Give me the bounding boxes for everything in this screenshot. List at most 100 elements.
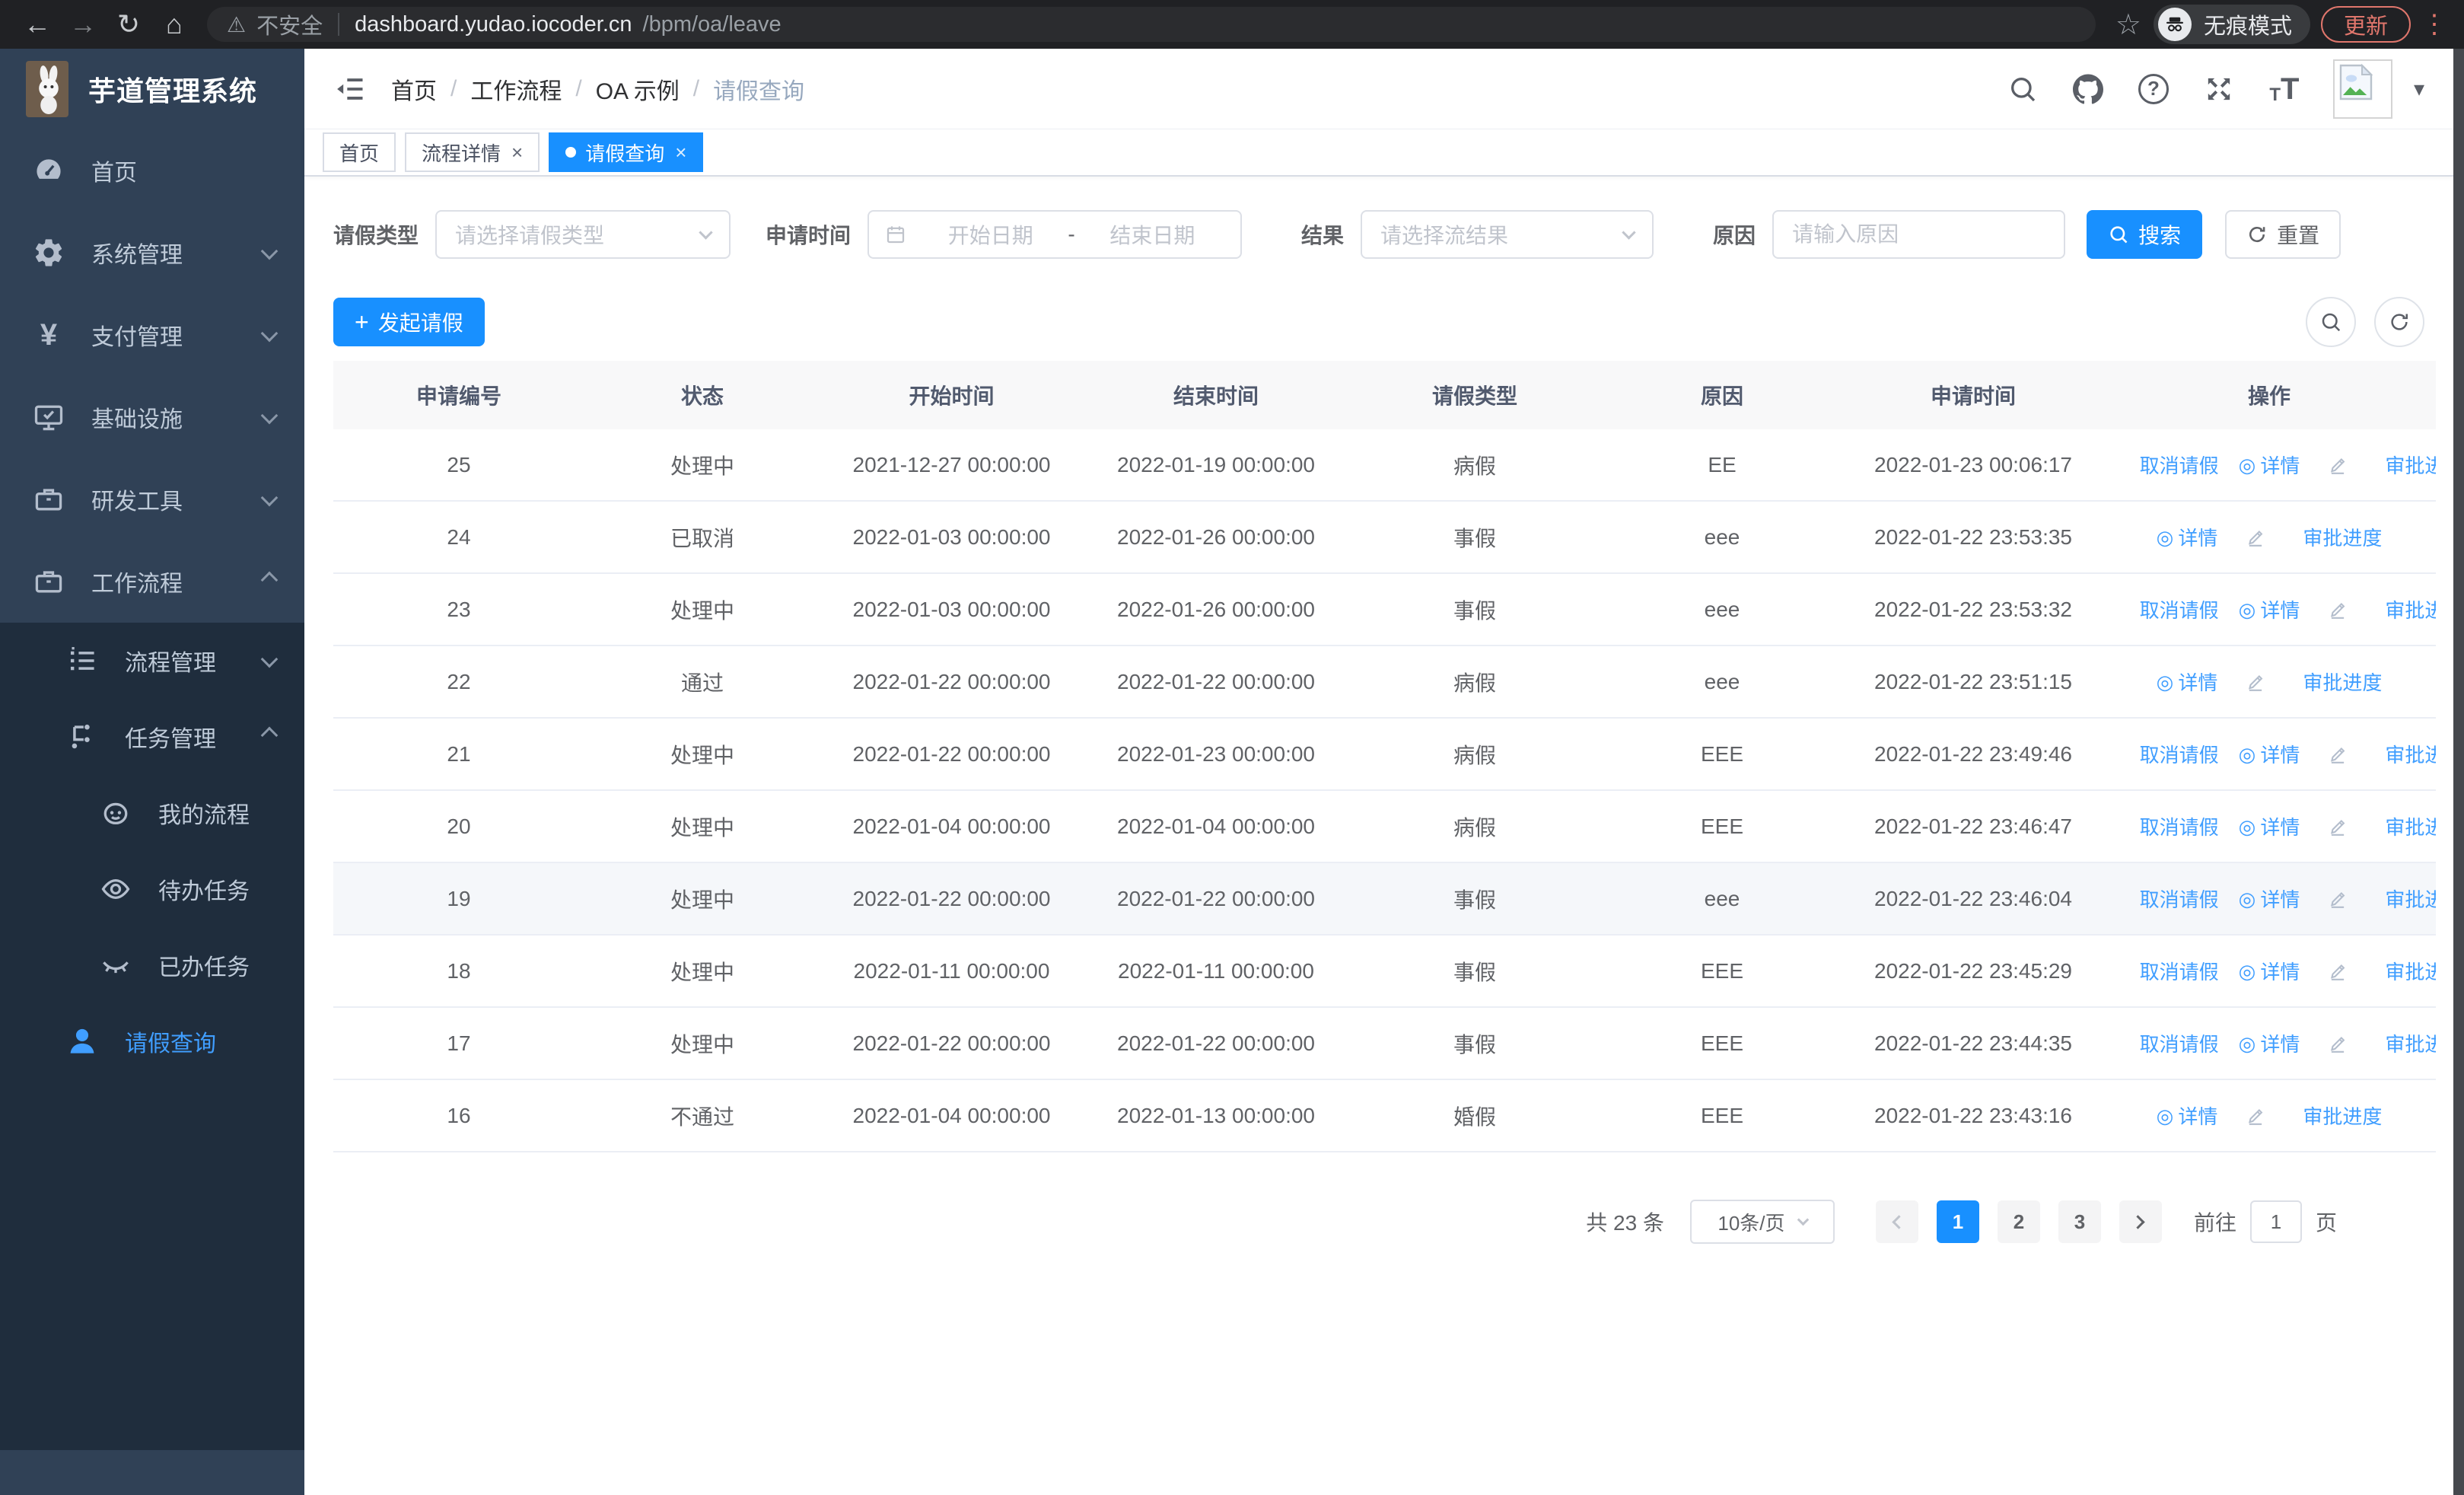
breadcrumb-item[interactable]: 首页: [391, 72, 437, 106]
chrome-update-button[interactable]: 更新: [2321, 6, 2411, 43]
progress-link[interactable]: 审批进度: [2237, 1098, 2382, 1134]
browser-forward-icon[interactable]: →: [62, 4, 103, 45]
toggle-search-icon[interactable]: [2306, 297, 2356, 347]
app-logo[interactable]: 芋道管理系统: [0, 49, 304, 129]
header-search-icon[interactable]: [2006, 72, 2039, 106]
search-button[interactable]: 搜索: [2087, 210, 2202, 259]
browser-back-icon[interactable]: ←: [17, 4, 58, 45]
detail-link[interactable]: ◎详情: [2239, 812, 2300, 840]
browser-reload-icon[interactable]: ↻: [108, 4, 149, 45]
fullscreen-icon[interactable]: [2202, 72, 2236, 106]
cancel-leave-link[interactable]: 取消请假: [2103, 953, 2219, 990]
help-icon[interactable]: ?: [2137, 72, 2170, 106]
sidebar-item-系统管理[interactable]: 系统管理: [0, 212, 304, 294]
avatar[interactable]: [2333, 59, 2392, 119]
progress-link[interactable]: 审批进度: [2319, 1025, 2436, 1062]
cancel-leave-link[interactable]: 取消请假: [2103, 808, 2219, 845]
detail-link[interactable]: ◎详情: [2239, 740, 2300, 768]
sidebar-item-label: 待办任务: [158, 872, 250, 906]
breadcrumb: 首页/工作流程/OA 示例/请假查询: [391, 72, 804, 106]
browser-menu-icon[interactable]: ⋮: [2421, 9, 2447, 40]
action-label: 审批进度: [2303, 523, 2382, 551]
detail-link[interactable]: ◎详情: [2157, 668, 2218, 696]
cell-type: 事假: [1349, 594, 1600, 625]
sidebar-item-研发工具[interactable]: 研发工具: [0, 458, 304, 540]
sidebar-item-任务管理[interactable]: 任务管理: [0, 699, 304, 775]
sidebar-item-首页[interactable]: 首页: [0, 129, 304, 212]
detail-link[interactable]: ◎详情: [2157, 1101, 2218, 1130]
sidebar-item-已办任务[interactable]: 已办任务: [0, 927, 304, 1003]
cell-start: 2022-01-22 00:00:00: [820, 742, 1083, 767]
page-button-2[interactable]: 2: [1998, 1200, 2040, 1243]
progress-link[interactable]: 审批进度: [2319, 953, 2436, 990]
detail-link[interactable]: ◎详情: [2239, 1029, 2300, 1057]
detail-link[interactable]: ◎详情: [2239, 595, 2300, 623]
cancel-leave-link[interactable]: 取消请假: [2103, 447, 2219, 483]
tab-流程详情[interactable]: 流程详情×: [405, 132, 540, 172]
breadcrumb-item[interactable]: 工作流程: [470, 72, 562, 106]
font-size-icon[interactable]: TT: [2268, 72, 2301, 106]
column-header: 原因: [1600, 380, 1844, 410]
apply-time-range-picker[interactable]: 开始日期 - 结束日期: [867, 210, 1242, 259]
page-scrollbar[interactable]: [2453, 49, 2464, 1495]
action-label: 审批进度: [2303, 668, 2382, 696]
progress-link[interactable]: 审批进度: [2237, 664, 2382, 700]
close-icon[interactable]: ×: [511, 141, 523, 164]
progress-link[interactable]: 审批进度: [2319, 736, 2436, 773]
result-select[interactable]: 请选择流结果: [1361, 210, 1654, 259]
cancel-leave-link[interactable]: 取消请假: [2103, 591, 2219, 628]
sidebar-item-待办任务[interactable]: 待办任务: [0, 851, 304, 927]
cancel-leave-link[interactable]: 取消请假: [2103, 1025, 2219, 1062]
bookmark-star-icon[interactable]: ☆: [2108, 4, 2149, 45]
progress-link[interactable]: 审批进度: [2319, 808, 2436, 845]
sidebar-toggle-icon[interactable]: [333, 72, 367, 106]
progress-link[interactable]: 审批进度: [2319, 881, 2436, 917]
filter-result-label: 结果: [1301, 219, 1344, 250]
browser-home-icon[interactable]: ⌂: [154, 4, 195, 45]
sidebar-item-我的流程[interactable]: 我的流程: [0, 775, 304, 851]
sidebar-item-label: 系统管理: [91, 236, 183, 269]
detail-link[interactable]: ◎详情: [2239, 451, 2300, 479]
page-size-select[interactable]: 10条/页: [1690, 1200, 1835, 1244]
tab-请假查询[interactable]: 请假查询×: [549, 132, 703, 172]
prev-page-button[interactable]: [1876, 1200, 1918, 1243]
detail-link[interactable]: ◎详情: [2157, 523, 2218, 551]
detail-link[interactable]: ◎详情: [2239, 957, 2300, 985]
create-leave-button[interactable]: + 发起请假: [333, 298, 485, 346]
refresh-table-icon[interactable]: [2374, 297, 2424, 347]
breadcrumb-item[interactable]: OA 示例: [596, 72, 680, 106]
cancel-leave-link[interactable]: 取消请假: [2103, 881, 2219, 917]
cell-end: 2022-01-04 00:00:00: [1083, 814, 1349, 839]
next-page-button[interactable]: [2119, 1200, 2162, 1243]
page-button-1[interactable]: 1: [1937, 1200, 1979, 1243]
result-placeholder: 请选择流结果: [1380, 219, 1508, 250]
view-icon: ◎: [2239, 744, 2256, 764]
address-bar[interactable]: ⚠ 不安全 dashboard.yudao.iocoder.cn/bpm/oa/…: [207, 7, 2096, 42]
goto-page-input[interactable]: [2250, 1200, 2302, 1243]
progress-link[interactable]: 审批进度: [2319, 591, 2436, 628]
detail-link[interactable]: ◎详情: [2239, 885, 2300, 913]
cell-actions: 取消请假 ◎详情审批进度: [2103, 736, 2436, 773]
monitor-icon: [30, 399, 67, 435]
avatar-dropdown-caret-icon[interactable]: ▾: [2414, 76, 2424, 101]
cell-id: 25: [333, 453, 584, 477]
progress-link[interactable]: 审批进度: [2237, 519, 2382, 556]
progress-link[interactable]: 审批进度: [2319, 447, 2436, 483]
column-header: 操作: [2103, 380, 2436, 410]
sidebar-item-工作流程[interactable]: 工作流程: [0, 540, 304, 623]
sidebar-item-支付管理[interactable]: ¥支付管理: [0, 294, 304, 376]
reason-input[interactable]: [1772, 210, 2065, 259]
sidebar-item-基础设施[interactable]: 基础设施: [0, 376, 304, 458]
filter-form: 请假类型 请选择请假类型 申请时间 开始日期 - 结束日期 结果 请选择流结果 …: [333, 210, 2424, 259]
close-icon[interactable]: ×: [675, 141, 686, 164]
cell-start: 2022-01-03 00:00:00: [820, 525, 1083, 550]
tab-首页[interactable]: 首页: [323, 132, 396, 172]
leave-type-select[interactable]: 请选择请假类型: [435, 210, 731, 259]
cancel-leave-link[interactable]: 取消请假: [2103, 736, 2219, 773]
not-secure-label: 不安全: [256, 8, 323, 40]
sidebar-item-流程管理[interactable]: 流程管理: [0, 623, 304, 699]
github-icon[interactable]: [2071, 72, 2105, 106]
sidebar-item-请假查询[interactable]: 请假查询: [0, 1003, 304, 1079]
page-button-3[interactable]: 3: [2058, 1200, 2101, 1243]
reset-button[interactable]: 重置: [2225, 210, 2341, 259]
